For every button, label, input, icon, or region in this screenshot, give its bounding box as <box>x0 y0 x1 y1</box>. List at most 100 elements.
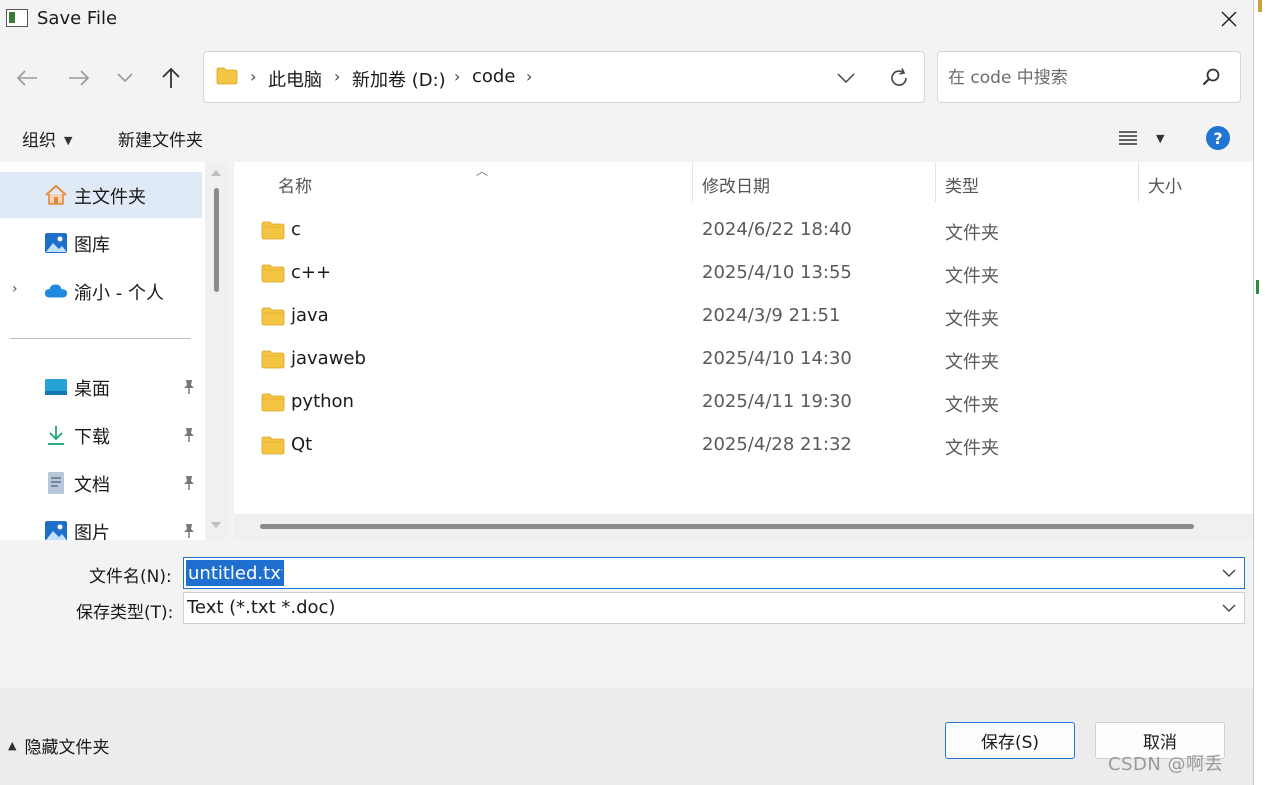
refresh-button[interactable] <box>884 64 914 92</box>
nav-item-home[interactable]: 主文件夹 <box>0 172 202 218</box>
breadcrumb-this-pc[interactable]: 此电脑 <box>268 66 322 92</box>
chevron-down-icon[interactable] <box>1222 566 1236 580</box>
nav-item-gallery[interactable]: 图库 <box>0 220 205 266</box>
file-row[interactable]: c 2024/6/22 18:40 文件夹 <box>234 209 1253 252</box>
search-icon[interactable] <box>1200 66 1222 88</box>
file-type: 文件夹 <box>945 395 999 416</box>
breadcrumb-drive-d[interactable]: 新加卷 (D:) <box>352 66 446 92</box>
folder-icon <box>261 264 285 283</box>
filename-input[interactable] <box>186 560 284 586</box>
filetype-value: Text (*.txt *.doc) <box>187 597 336 618</box>
folder-icon <box>261 350 285 369</box>
nav-item-onedrive[interactable]: › 渝小 - 个人 <box>0 268 205 314</box>
gallery-icon <box>44 231 68 255</box>
file-date: 2025/4/10 13:55 <box>702 262 852 283</box>
chevron-down-icon[interactable] <box>1222 601 1236 615</box>
desktop-icon <box>44 375 68 399</box>
filename-label: 文件名(N): <box>89 567 172 587</box>
up-button[interactable] <box>155 62 187 94</box>
nav-item-downloads[interactable]: 下载 <box>0 412 205 458</box>
forward-arrow-icon <box>69 70 90 86</box>
breadcrumb-separator: › <box>526 67 533 86</box>
file-row[interactable]: java 2024/3/9 21:51 文件夹 <box>234 295 1253 338</box>
address-bar[interactable]: › 此电脑 › 新加卷 (D:) › code › <box>203 51 925 103</box>
column-divider[interactable] <box>692 162 693 202</box>
breadcrumb-separator: › <box>334 67 341 86</box>
chevron-right-icon[interactable]: › <box>12 281 18 297</box>
file-type: 文件夹 <box>945 352 999 373</box>
scroll-thumb[interactable] <box>214 188 219 292</box>
pin-icon <box>180 522 198 540</box>
chevron-down-icon <box>117 73 133 83</box>
nav-item-label: 渝小 - 个人 <box>74 283 164 304</box>
nav-divider <box>10 338 191 339</box>
column-header-size[interactable]: 大小 <box>1148 172 1182 197</box>
scroll-down-icon[interactable] <box>211 522 221 528</box>
file-type: 文件夹 <box>945 223 999 244</box>
breadcrumb-code[interactable]: code <box>472 66 515 87</box>
nav-item-label: 桌面 <box>74 379 110 400</box>
breadcrumb-separator: › <box>454 67 461 86</box>
help-button[interactable]: ? <box>1206 126 1230 150</box>
close-button[interactable] <box>1204 0 1253 38</box>
background-mark <box>1256 280 1259 294</box>
search-input[interactable] <box>948 64 1188 92</box>
close-icon <box>1221 11 1236 27</box>
filename-combobox[interactable] <box>183 557 1245 589</box>
folder-icon <box>261 307 285 326</box>
file-name: Qt <box>291 434 313 455</box>
organize-label: 组织 <box>22 131 56 151</box>
scroll-thumb[interactable] <box>260 524 1194 529</box>
file-date: 2024/6/22 18:40 <box>702 219 852 240</box>
file-row[interactable]: c++ 2025/4/10 13:55 文件夹 <box>234 252 1253 295</box>
column-header-name[interactable]: 名称 <box>278 172 312 197</box>
search-box[interactable] <box>937 51 1241 103</box>
download-icon <box>44 423 68 447</box>
folder-icon <box>261 221 285 240</box>
folder-icon <box>261 393 285 412</box>
column-divider[interactable] <box>935 162 936 202</box>
new-folder-button[interactable]: 新建文件夹 <box>118 126 203 151</box>
nav-item-label: 文档 <box>74 475 110 496</box>
file-row[interactable]: Qt 2025/4/28 21:32 文件夹 <box>234 424 1253 467</box>
nav-item-documents[interactable]: 文档 <box>0 460 205 506</box>
background-window-edge <box>1253 0 1265 785</box>
folder-icon <box>261 436 285 455</box>
app-icon <box>6 9 28 27</box>
save-file-dialog: Save File › 此电脑 › 新加卷 (D:) › code › 在 co… <box>0 0 1253 785</box>
organize-button[interactable]: 组织 ▼ <box>22 126 72 151</box>
file-name: java <box>291 305 329 326</box>
column-divider[interactable] <box>1138 162 1139 202</box>
column-header-date[interactable]: 修改日期 <box>702 172 770 197</box>
breadcrumb-separator: › <box>250 67 257 86</box>
caret-down-icon: ▼ <box>64 134 73 147</box>
file-date: 2024/3/9 21:51 <box>702 305 841 326</box>
address-dropdown-button[interactable] <box>832 66 860 90</box>
hide-folders-toggle[interactable]: ▲ 隐藏文件夹 <box>8 733 109 758</box>
column-header-type[interactable]: 类型 <box>945 172 979 197</box>
file-date: 2025/4/28 21:32 <box>702 434 852 455</box>
nav-item-label: 主文件夹 <box>74 187 146 208</box>
file-name: c++ <box>291 262 332 283</box>
nav-pane-scrollbar[interactable] <box>205 162 228 540</box>
window-title: Save File <box>37 8 118 29</box>
nav-item-label: 图片 <box>74 523 110 540</box>
up-arrow-icon <box>162 67 180 88</box>
file-type: 文件夹 <box>945 309 999 330</box>
horizontal-scrollbar[interactable] <box>234 514 1253 540</box>
folder-icon <box>216 67 238 85</box>
back-button[interactable] <box>11 62 43 94</box>
file-name: c <box>291 219 301 240</box>
recent-locations-button[interactable] <box>109 62 141 94</box>
view-options-button[interactable]: ▼ <box>1118 126 1166 150</box>
save-button[interactable]: 保存(S) <box>945 722 1075 759</box>
scroll-up-icon[interactable] <box>211 170 221 176</box>
forward-button[interactable] <box>63 62 95 94</box>
file-row[interactable]: javaweb 2025/4/10 14:30 文件夹 <box>234 338 1253 381</box>
filetype-select[interactable]: Text (*.txt *.doc) <box>183 592 1245 624</box>
nav-item-pictures[interactable]: 图片 <box>0 508 205 540</box>
nav-item-desktop[interactable]: 桌面 <box>0 364 205 410</box>
file-type: 文件夹 <box>945 438 999 459</box>
file-type: 文件夹 <box>945 266 999 287</box>
file-row[interactable]: python 2025/4/11 19:30 文件夹 <box>234 381 1253 424</box>
